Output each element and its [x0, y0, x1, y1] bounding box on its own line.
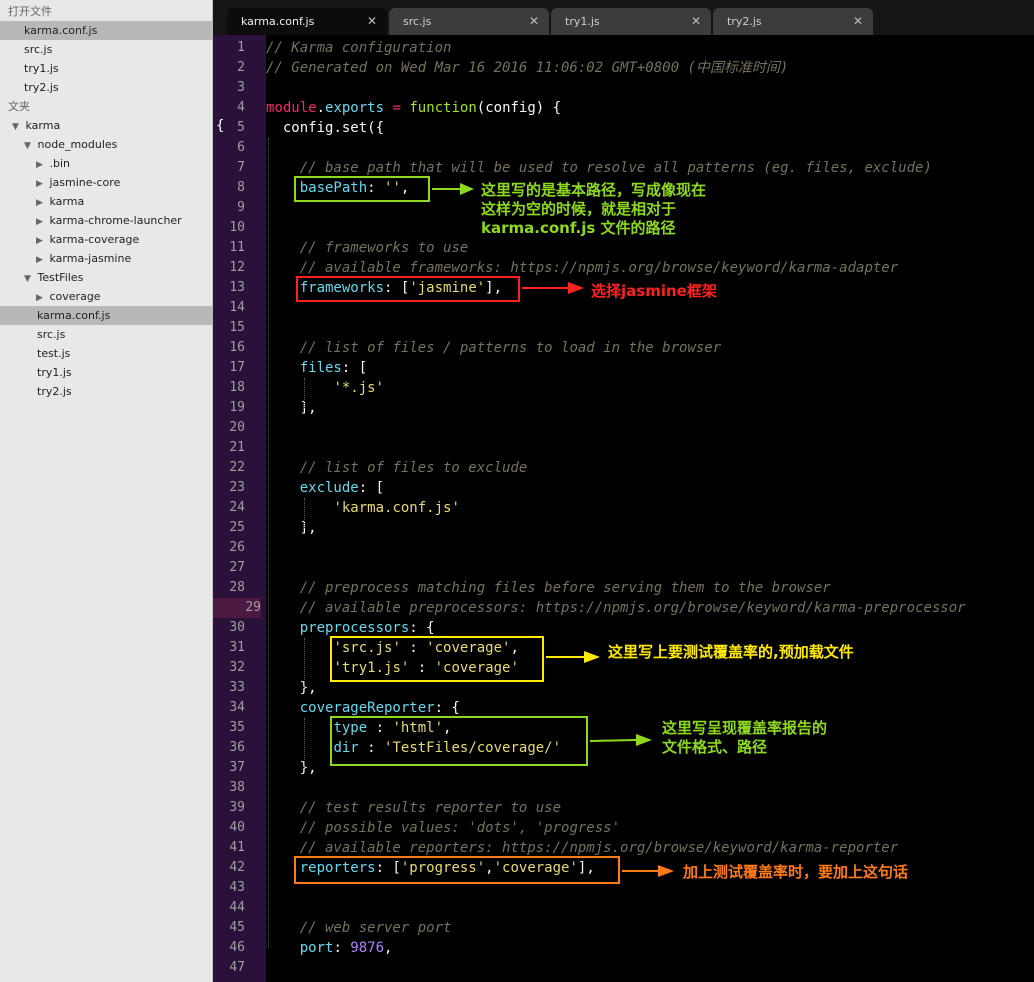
- annotation-arrows: [432, 183, 674, 877]
- note-preprocessors: 这里写上要测试覆盖率的,预加载文件: [608, 643, 854, 661]
- arrow-reporters: [622, 865, 674, 877]
- note-reporters: 加上测试覆盖率时，要加上这句话: [683, 863, 909, 881]
- arrow-coverage-reporter: [589, 734, 652, 746]
- note-frameworks: 选择jasmine框架: [591, 282, 717, 300]
- note-basepath: 这里写的是基本路径，写成像现在 这样为空的时候，就是相对于 karma.conf…: [481, 181, 707, 237]
- note-coverage-reporter: 这里写呈现覆盖率报告的 文件格式、路径: [662, 719, 828, 756]
- arrow-frameworks: [522, 282, 584, 294]
- arrow-preprocessors: [546, 651, 600, 663]
- arrow-basepath: [432, 183, 474, 195]
